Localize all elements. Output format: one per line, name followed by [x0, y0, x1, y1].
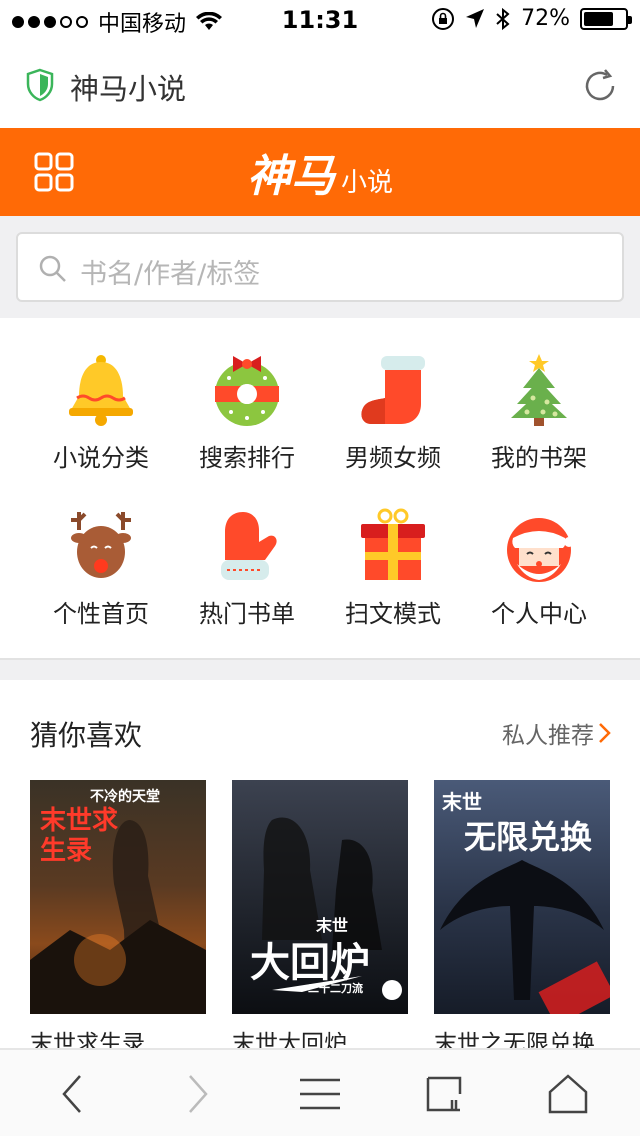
category-label: 个人中心	[491, 600, 587, 628]
mitten-icon	[221, 512, 277, 580]
category-label: 个性首页	[53, 600, 149, 628]
private-recommend-link[interactable]: 私人推荐	[502, 716, 612, 750]
book-cover: 末世 大回炉 二十二刀流	[232, 780, 408, 1014]
book-card[interactable]: 末世 大回炉 二十二刀流 末世大回炉	[232, 780, 408, 1058]
wreath-icon	[215, 356, 279, 426]
forward-icon[interactable]	[176, 1072, 220, 1116]
logo-sub-text: 小说	[340, 168, 393, 198]
security-shield-icon	[26, 68, 54, 102]
category-grid: 小说分类 搜索排行 男频女频 我的书架 个性首页 热门书单 扫文模式 个人中心	[0, 318, 640, 658]
category-my-bookshelf[interactable]: 我的书架	[466, 318, 612, 472]
chevron-right-icon	[599, 723, 611, 743]
gift-box-icon	[361, 508, 425, 580]
category-novel-types[interactable]: 小说分类	[28, 318, 174, 472]
category-gender-channel[interactable]: 男频女频	[320, 318, 466, 472]
search-section: 书名/作者/标签	[0, 216, 640, 318]
category-label: 扫文模式	[345, 600, 441, 628]
book-cover: 不冷的天堂 末世求生录	[30, 780, 206, 1014]
app-header: 神马 小说	[0, 128, 640, 216]
book-cover: 末世 无限兑换	[434, 780, 610, 1014]
category-label: 热门书单	[199, 600, 295, 628]
category-label: 我的书架	[491, 444, 587, 472]
category-label: 男频女频	[345, 444, 441, 472]
bell-icon	[69, 355, 133, 426]
section-divider	[0, 658, 640, 680]
browser-toolbar	[0, 1048, 640, 1136]
recommend-title: 猜你喜欢	[30, 719, 143, 752]
battery-percent: 72%	[521, 6, 570, 31]
cover-text-top: 末世	[442, 790, 482, 814]
cover-author: 二十二刀流	[308, 982, 363, 995]
refresh-icon[interactable]	[580, 66, 620, 106]
book-card[interactable]: 末世 无限兑换 末世之无限兑换	[434, 780, 610, 1058]
app-logo: 神马 小说	[0, 140, 640, 204]
browser-address-bar: 神马小说	[0, 40, 640, 128]
santa-icon	[507, 518, 574, 582]
menu-icon[interactable]	[298, 1072, 342, 1116]
category-hot-booklists[interactable]: 热门书单	[174, 474, 320, 628]
tabs-icon[interactable]	[422, 1072, 466, 1116]
search-placeholder: 书名/作者/标签	[80, 259, 261, 290]
category-label: 搜索排行	[199, 444, 295, 472]
status-right: 72%	[431, 6, 632, 31]
rotation-lock-icon	[432, 7, 455, 30]
book-list: 不冷的天堂 末世求生录 末世求生录 末世 大回炉 二十二刀流 末世大回炉 末世	[0, 780, 640, 1057]
battery-icon	[580, 7, 632, 30]
bluetooth-icon	[496, 7, 510, 30]
stocking-icon	[361, 356, 425, 424]
home-icon[interactable]	[546, 1072, 590, 1116]
category-label: 小说分类	[53, 444, 149, 472]
private-recommend-label: 私人推荐	[502, 723, 594, 749]
site-title: 神马小说	[70, 72, 187, 106]
search-icon	[39, 255, 66, 282]
status-bar: 中国移动 11:31 72%	[0, 0, 640, 40]
cover-text-main: 无限兑换	[464, 818, 593, 856]
book-card[interactable]: 不冷的天堂 末世求生录 末世求生录	[30, 780, 206, 1058]
recommend-header: 猜你喜欢 私人推荐	[0, 680, 640, 780]
category-scan-mode[interactable]: 扫文模式	[320, 474, 466, 628]
category-personal-home[interactable]: 个性首页	[28, 474, 174, 628]
reindeer-icon	[71, 512, 131, 578]
cover-text-main: 末世求生录	[40, 806, 119, 866]
christmas-tree-icon	[511, 354, 567, 426]
logo-main-text: 神马	[246, 151, 335, 202]
search-input[interactable]: 书名/作者/标签	[16, 232, 624, 302]
category-personal-center[interactable]: 个人中心	[466, 474, 612, 628]
location-icon	[466, 8, 485, 28]
cover-text-top: 不冷的天堂	[90, 789, 160, 805]
back-icon[interactable]	[50, 1072, 94, 1116]
category-search-ranking[interactable]: 搜索排行	[174, 318, 320, 472]
